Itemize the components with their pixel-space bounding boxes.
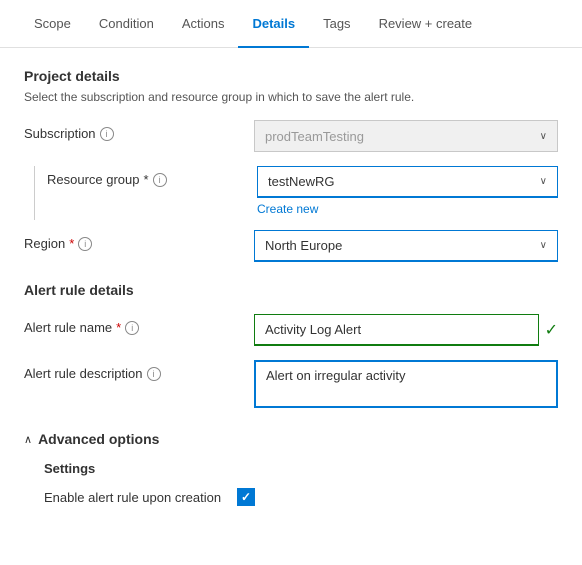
alert-rule-name-row: Alert rule name * i ✓ [24,314,558,346]
region-label: Region * i [24,230,254,251]
description-info-icon[interactable]: i [147,367,161,381]
name-info-icon[interactable]: i [125,321,139,335]
resource-group-label-wrap: Resource group * i [47,166,257,187]
resource-group-required: * [144,172,149,187]
alert-rule-name-control: ✓ [254,314,558,346]
subscription-chevron-icon: ∨ [540,131,547,142]
top-navigation: Scope Condition Actions Details Tags Rev… [0,0,582,48]
region-value: North Europe [265,238,342,253]
indent-line [34,166,35,220]
subscription-control: prodTeamTesting ∨ [254,120,558,152]
advanced-options-title: Advanced options [38,431,159,447]
alert-rule-description-label: Alert rule description i [24,360,254,381]
nav-review-create[interactable]: Review + create [365,0,487,48]
settings-title: Settings [44,461,558,476]
name-required: * [116,320,121,335]
name-input-wrap: ✓ [254,314,558,346]
subscription-value: prodTeamTesting [265,129,364,144]
alert-rule-description-control: Alert on irregular activity [254,360,558,411]
subscription-label: Subscription i [24,120,254,141]
enable-alert-row: Enable alert rule upon creation [44,488,558,506]
enable-alert-checkbox[interactable] [237,488,255,506]
resource-group-row: Resource group * i testNewRG ∨ Create ne… [47,166,558,216]
region-row: Region * i North Europe ∨ [24,230,558,262]
advanced-chevron-icon: ∧ [24,433,32,446]
resource-group-dropdown[interactable]: testNewRG ∨ [257,166,558,198]
resource-group-indent: Resource group * i testNewRG ∨ Create ne… [34,166,558,220]
subscription-row: Subscription i prodTeamTesting ∨ [24,120,558,152]
resource-group-label: Resource group [47,172,140,187]
project-details-desc: Select the subscription and resource gro… [24,90,558,104]
region-control: North Europe ∨ [254,230,558,262]
nav-condition[interactable]: Condition [85,0,168,48]
region-info-icon[interactable]: i [78,237,92,251]
name-check-icon: ✓ [545,320,558,340]
nav-actions[interactable]: Actions [168,0,239,48]
region-required: * [69,236,74,251]
alert-rule-description-row: Alert rule description i Alert on irregu… [24,360,558,411]
nav-scope[interactable]: Scope [20,0,85,48]
advanced-options-header[interactable]: ∧ Advanced options [24,431,558,447]
resource-group-content: Resource group * i testNewRG ∨ Create ne… [47,166,558,220]
alert-rule-name-label: Alert rule name * i [24,314,254,335]
resource-group-value: testNewRG [268,174,334,189]
alert-rule-name-input[interactable] [254,314,539,346]
alert-rule-section: Alert rule details [24,282,558,298]
project-details-title: Project details [24,68,558,84]
alert-rule-description-input[interactable]: Alert on irregular activity [254,360,558,408]
alert-rule-title: Alert rule details [24,282,558,298]
resource-group-chevron-icon: ∨ [540,176,547,187]
enable-alert-label: Enable alert rule upon creation [44,490,221,505]
advanced-options-section: ∧ Advanced options Settings Enable alert… [24,431,558,506]
nav-tags[interactable]: Tags [309,0,364,48]
create-new-link[interactable]: Create new [257,202,558,216]
subscription-dropdown[interactable]: prodTeamTesting ∨ [254,120,558,152]
main-content: Project details Select the subscription … [0,48,582,526]
subscription-info-icon[interactable]: i [100,127,114,141]
resource-group-control: testNewRG ∨ Create new [257,166,558,216]
nav-details[interactable]: Details [238,0,309,48]
region-chevron-icon: ∨ [540,240,547,251]
region-dropdown[interactable]: North Europe ∨ [254,230,558,262]
resource-group-info-icon[interactable]: i [153,173,167,187]
